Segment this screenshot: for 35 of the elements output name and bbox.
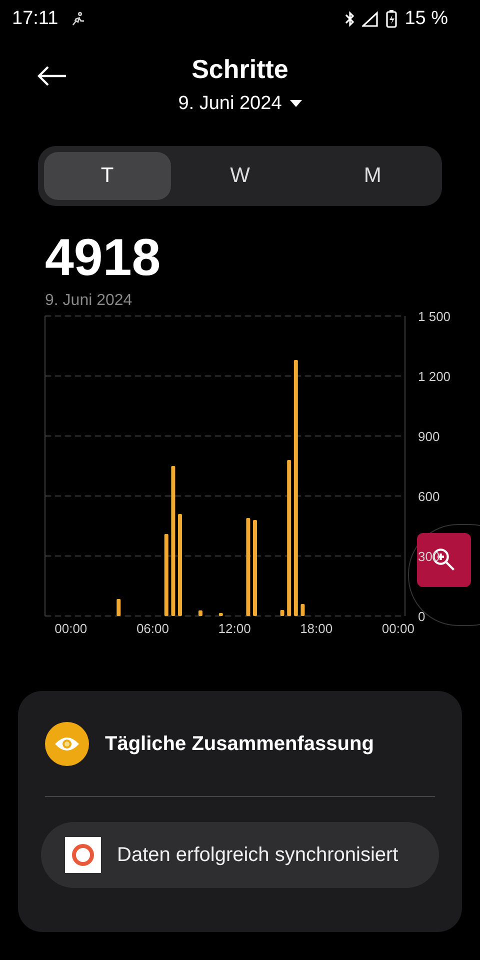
chart-bar	[218, 613, 223, 616]
card-title: Tägliche Zusammenfassung	[105, 732, 374, 756]
y-axis-label: 1 200	[418, 369, 451, 384]
x-axis-label: 00:00	[382, 621, 414, 636]
chart-bar	[280, 610, 284, 616]
zoom-in-button[interactable]	[417, 533, 471, 587]
y-axis-label: 0	[418, 609, 426, 624]
y-axis-label: 900	[418, 429, 440, 444]
chart-bar	[198, 610, 202, 616]
y-axis-label: 1 500	[418, 309, 451, 324]
chart-bar	[300, 604, 305, 616]
ring-logo-icon	[65, 837, 101, 873]
caret-icon[interactable]	[290, 100, 302, 108]
eye-icon	[45, 722, 89, 766]
y-axis-label: 600	[418, 489, 440, 504]
step-count: 4918	[45, 228, 162, 288]
signal-icon	[362, 11, 380, 27]
toast-message: Daten erfolgreich synchronisiert	[117, 844, 398, 866]
x-axis-label: 18:00	[300, 621, 333, 636]
x-axis-label: 00:00	[54, 621, 88, 636]
running-figure-icon	[70, 11, 86, 27]
page-title: Schritte	[192, 54, 288, 85]
period-tab[interactable]: W	[176, 152, 304, 200]
x-axis-label: 06:00	[136, 621, 169, 636]
battery-percentage: 15 %	[404, 8, 448, 30]
battery-icon	[386, 10, 397, 28]
status-time: 17:11	[12, 8, 58, 30]
date-selector[interactable]: 9. Juni 2024	[178, 93, 282, 115]
chart-bar	[116, 599, 121, 616]
period-tab[interactable]: M	[309, 152, 436, 200]
x-axis-label: 12:00	[218, 621, 251, 636]
back-arrow-icon[interactable]	[37, 66, 67, 86]
period-tab[interactable]: T	[44, 152, 171, 200]
bluetooth-icon	[344, 11, 356, 27]
summary-date: 9. Juni 2024	[45, 292, 134, 310]
